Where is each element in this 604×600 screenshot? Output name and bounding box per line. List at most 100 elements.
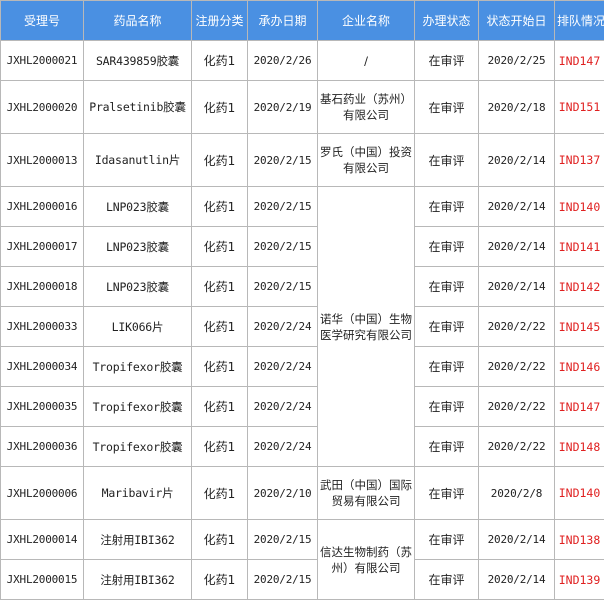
- queue-cell: IND141: [554, 226, 604, 267]
- category-cell: 化药1: [191, 266, 248, 307]
- drug-name-cell: Pralsetinib胶囊: [83, 80, 192, 134]
- status-date-cell: 2020/2/22: [478, 346, 555, 387]
- status-date-cell: 2020/2/14: [478, 519, 555, 560]
- status-cell: 在审评: [414, 466, 479, 520]
- undertake-date-cell: 2020/2/26: [247, 40, 318, 81]
- queue-cell: IND151: [554, 80, 604, 134]
- table-row: JXHL2000006 Maribavir片 化药1 2020/2/10 武田（…: [0, 466, 604, 520]
- queue-cell: IND139: [554, 559, 604, 600]
- status-date-cell: 2020/2/22: [478, 306, 555, 347]
- acceptance-no-cell: JXHL2000018: [0, 266, 84, 307]
- drug-name-cell: Tropifexor胶囊: [83, 426, 192, 467]
- table-row: JXHL2000013 Idasanutlin片 化药1 2020/2/15 罗…: [0, 133, 604, 187]
- header-acceptance-no: 受理号: [0, 0, 84, 41]
- company-cell: 罗氏（中国）投资有限公司: [317, 133, 415, 187]
- category-cell: 化药1: [191, 386, 248, 427]
- acceptance-no-cell: JXHL2000016: [0, 186, 84, 227]
- company-cell: 基石药业（苏州）有限公司: [317, 80, 415, 134]
- drug-registration-table: 受理号 药品名称 注册分类 承办日期 企业名称 办理状态 状态开始日 排队情况 …: [0, 0, 604, 600]
- drug-name-cell: LIK066片: [83, 306, 192, 347]
- queue-cell: IND138: [554, 519, 604, 560]
- table-row: JXHL2000014 注射用IBI362 化药1 2020/2/15 信达生物…: [0, 519, 604, 600]
- undertake-date-cell: 2020/2/24: [247, 346, 318, 387]
- table-row: JXHL2000020 Pralsetinib胶囊 化药1 2020/2/19 …: [0, 80, 604, 134]
- drug-name-cell: Idasanutlin片: [83, 133, 192, 187]
- status-date-cell: 2020/2/14: [478, 559, 555, 600]
- status-cell: 在审评: [414, 186, 479, 227]
- company-cell: 武田（中国）国际贸易有限公司: [317, 466, 415, 520]
- status-date-cell: 2020/2/8: [478, 466, 555, 520]
- category-cell: 化药1: [191, 559, 248, 600]
- table-row: JXHL2000018 LNP023胶囊 化药1 2020/2/15 在审评 2…: [0, 266, 604, 307]
- acceptance-no-cell: JXHL2000033: [0, 306, 84, 347]
- drug-name-cell: SAR439859胶囊: [83, 40, 192, 81]
- acceptance-no-cell: JXHL2000034: [0, 346, 84, 387]
- queue-cell: IND145: [554, 306, 604, 347]
- status-cell: 在审评: [414, 559, 479, 600]
- queue-cell: IND146: [554, 346, 604, 387]
- queue-cell: IND137: [554, 133, 604, 187]
- company-cell: /: [317, 40, 415, 81]
- queue-cell: IND147: [554, 386, 604, 427]
- acceptance-no-cell: JXHL2000015: [0, 559, 84, 600]
- drug-name-cell: 注射用IBI362: [83, 559, 192, 600]
- undertake-date-cell: 2020/2/10: [247, 466, 318, 520]
- header-status-start-date: 状态开始日: [478, 0, 555, 41]
- status-date-cell: 2020/2/14: [478, 186, 555, 227]
- header-row: 受理号 药品名称 注册分类 承办日期 企业名称 办理状态 状态开始日 排队情况: [0, 0, 604, 41]
- queue-cell: IND147: [554, 40, 604, 81]
- status-cell: 在审评: [414, 306, 479, 347]
- undertake-date-cell: 2020/2/15: [247, 519, 318, 560]
- table-row: JXHL2000033 LIK066片 化药1 2020/2/24 在审评 20…: [0, 306, 604, 347]
- category-cell: 化药1: [191, 133, 248, 187]
- acceptance-no-cell: JXHL2000013: [0, 133, 84, 187]
- acceptance-no-cell: JXHL2000036: [0, 426, 84, 467]
- acceptance-no-cell: JXHL2000017: [0, 226, 84, 267]
- category-cell: 化药1: [191, 466, 248, 520]
- status-cell: 在审评: [414, 426, 479, 467]
- drug-name-cell: 注射用IBI362: [83, 519, 192, 560]
- acceptance-no-cell: JXHL2000020: [0, 80, 84, 134]
- status-date-cell: 2020/2/25: [478, 40, 555, 81]
- status-cell: 在审评: [414, 226, 479, 267]
- drug-name-cell: Tropifexor胶囊: [83, 386, 192, 427]
- header-company-name: 企业名称: [317, 0, 415, 41]
- category-cell: 化药1: [191, 519, 248, 560]
- category-cell: 化药1: [191, 346, 248, 387]
- header-handling-status: 办理状态: [414, 0, 479, 41]
- acceptance-no-cell: JXHL2000035: [0, 386, 84, 427]
- drug-name-cell: Tropifexor胶囊: [83, 346, 192, 387]
- table-row: JXHL2000036 Tropifexor胶囊 化药1 2020/2/24 在…: [0, 426, 604, 467]
- category-cell: 化药1: [191, 226, 248, 267]
- status-date-cell: 2020/2/22: [478, 426, 555, 467]
- header-undertake-date: 承办日期: [247, 0, 318, 41]
- table-row: JXHL2000034 Tropifexor胶囊 化药1 2020/2/24 在…: [0, 346, 604, 387]
- undertake-date-cell: 2020/2/15: [247, 133, 318, 187]
- undertake-date-cell: 2020/2/15: [247, 266, 318, 307]
- table-row: JXHL2000016 LNP023胶囊 化药1 2020/2/15 诺华（中国…: [0, 186, 604, 467]
- acceptance-no-cell: JXHL2000014: [0, 519, 84, 560]
- undertake-date-cell: 2020/2/24: [247, 426, 318, 467]
- drug-name-cell: LNP023胶囊: [83, 226, 192, 267]
- category-cell: 化药1: [191, 40, 248, 81]
- status-date-cell: 2020/2/22: [478, 386, 555, 427]
- undertake-date-cell: 2020/2/15: [247, 226, 318, 267]
- status-cell: 在审评: [414, 386, 479, 427]
- queue-cell: IND148: [554, 426, 604, 467]
- undertake-date-cell: 2020/2/19: [247, 80, 318, 134]
- status-cell: 在审评: [414, 346, 479, 387]
- queue-cell: IND140: [554, 186, 604, 227]
- header-drug-name: 药品名称: [83, 0, 192, 41]
- status-date-cell: 2020/2/14: [478, 133, 555, 187]
- queue-cell: IND142: [554, 266, 604, 307]
- category-cell: 化药1: [191, 306, 248, 347]
- undertake-date-cell: 2020/2/24: [247, 306, 318, 347]
- table-row: JXHL2000035 Tropifexor胶囊 化药1 2020/2/24 在…: [0, 386, 604, 427]
- status-cell: 在审评: [414, 266, 479, 307]
- status-date-cell: 2020/2/18: [478, 80, 555, 134]
- header-registration-category: 注册分类: [191, 0, 248, 41]
- status-cell: 在审评: [414, 80, 479, 134]
- queue-cell: IND140: [554, 466, 604, 520]
- table-row: JXHL2000017 LNP023胶囊 化药1 2020/2/15 在审评 2…: [0, 226, 604, 267]
- category-cell: 化药1: [191, 426, 248, 467]
